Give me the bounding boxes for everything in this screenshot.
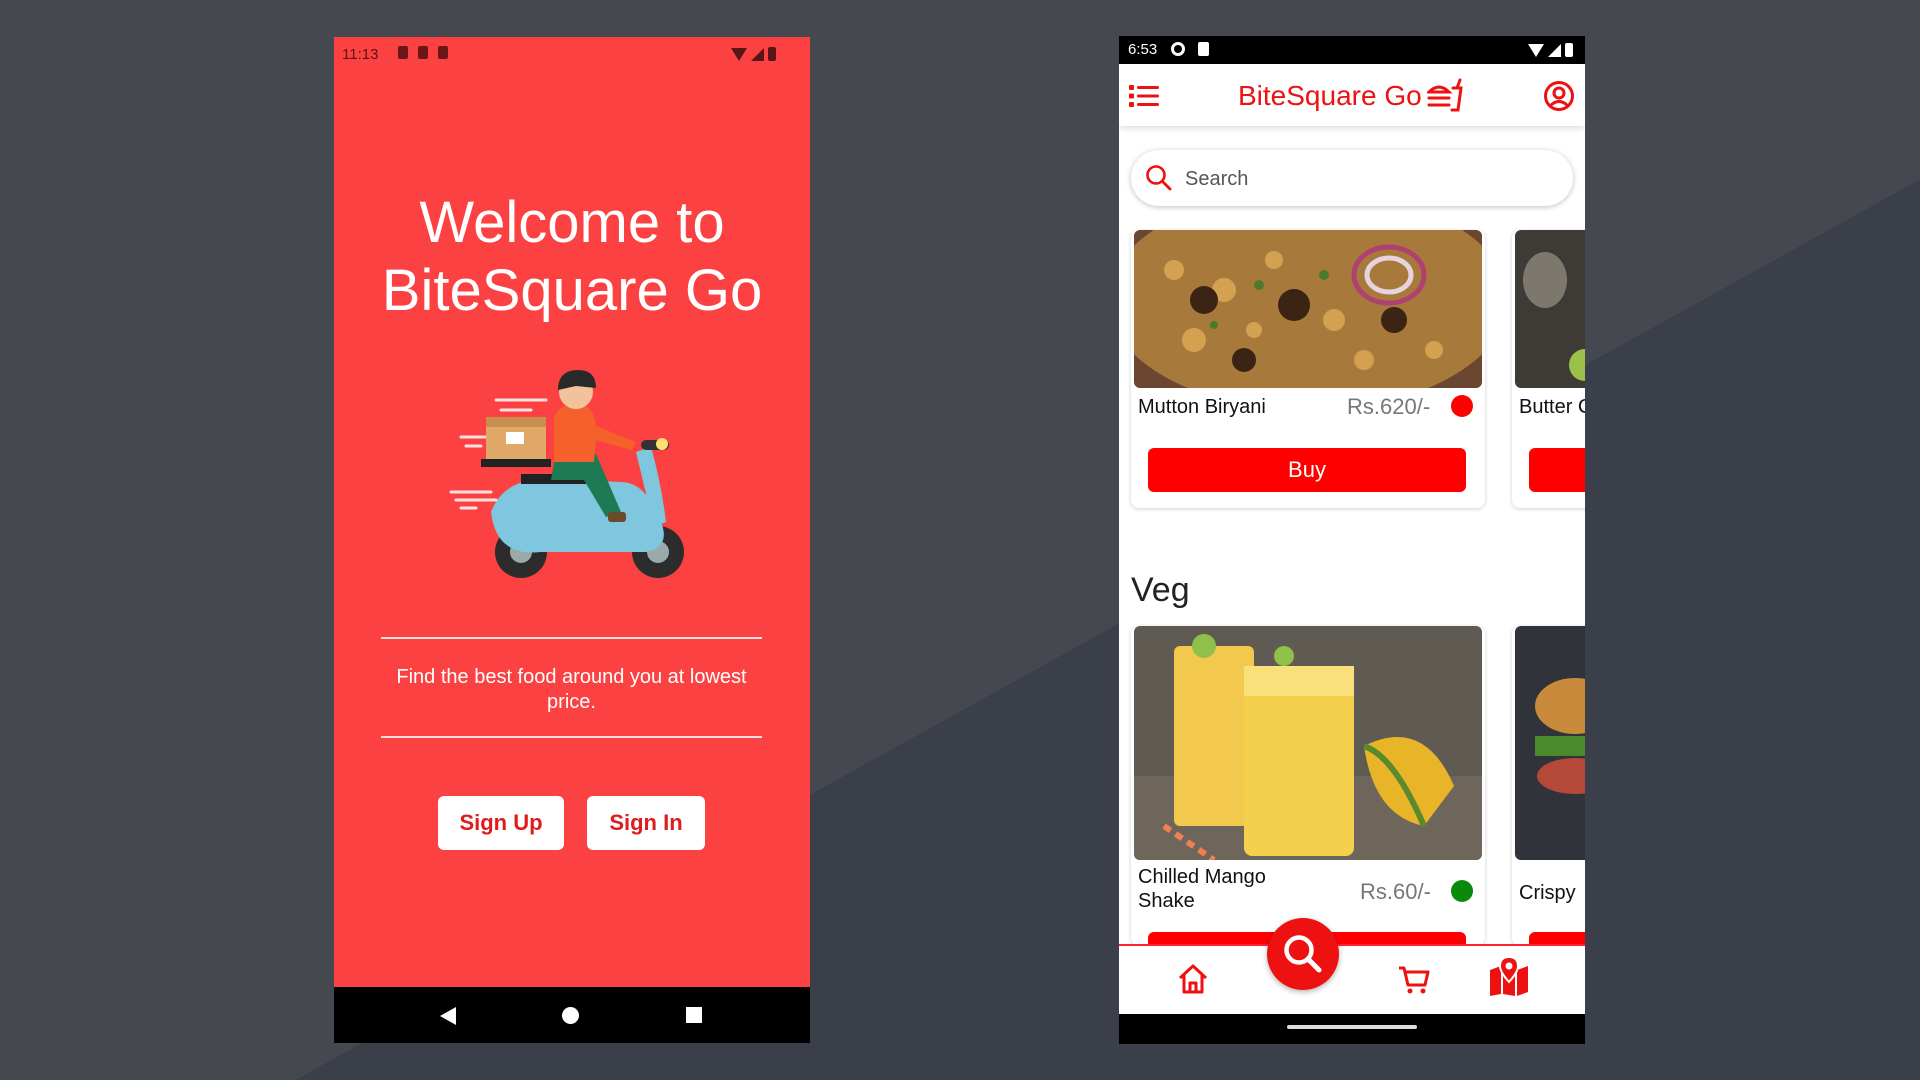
food-name: Crispy [1519,882,1576,904]
food-name: Mutton Biryani [1138,396,1266,418]
food-price: Rs.620/- [1347,394,1431,419]
welcome-title-line1: Welcome to [419,190,725,255]
buy-button[interactable]: Buy [1148,448,1466,492]
home-circle-icon[interactable] [562,1007,579,1024]
search-input[interactable] [1183,162,1557,196]
back-icon[interactable] [440,1007,456,1025]
section-title-veg: Veg [1131,571,1190,609]
search-bar[interactable] [1131,150,1573,206]
delivery-scooter-illustration [449,370,684,578]
food-card[interactable]: Chilled Mango Shake Rs.60/- [1131,626,1485,946]
divider-bottom [381,736,762,738]
divider-top [381,637,762,639]
status-time: 11:13 [342,46,379,63]
food-name: Butter C [1519,396,1585,418]
status-icons [731,47,776,61]
recents-icon[interactable] [686,1007,702,1023]
signal-icon [1548,43,1561,57]
app-bar: BiteSquare Go [1119,64,1585,126]
butter-chicken-image [1515,230,1585,388]
search-fab[interactable] [1267,918,1339,990]
food-card[interactable]: Mutton Biryani Rs.620/- Buy [1131,230,1485,508]
settings-status-icon [1171,42,1185,56]
tagline: Find the best food around you at lowest … [396,666,747,713]
sign-up-button[interactable]: Sign Up [438,796,564,850]
menu-list-icon[interactable] [1129,84,1159,108]
mango-shake-image [1134,626,1482,860]
food-card[interactable]: Butter C [1512,230,1585,508]
battery-icon [1565,43,1573,57]
battery-icon [768,47,776,61]
app-title: BiteSquare Go [1238,80,1422,111]
system-nav-bar [1119,1014,1585,1044]
status-bar: 6:53 [1119,36,1585,64]
non-veg-indicator [1451,395,1473,417]
welcome-screen: 11:13 Welcome to BiteSquare Go Find the … [334,37,810,1043]
sd-card-icon [1198,42,1209,56]
sign-in-button[interactable]: Sign In [587,796,705,850]
gesture-handle[interactable] [1287,1025,1417,1029]
crispy-burger-image [1515,626,1585,860]
search-icon [1284,935,1322,973]
cart-icon[interactable] [1397,962,1431,996]
fastfood-icon [1427,78,1463,112]
signal-icon [751,47,764,61]
status-time: 6:53 [1128,41,1158,58]
status-icons [1528,43,1573,57]
account-icon[interactable] [1543,80,1575,112]
wifi-icon [1528,43,1544,57]
search-icon [1146,165,1172,191]
background [0,0,1920,1080]
food-card[interactable]: Crispy [1512,626,1585,946]
system-nav-bar [334,987,810,1043]
notification-icons [398,46,448,59]
home-screen: 6:53 BiteSquare Go Search Mutton Biryani… [1119,36,1585,1044]
status-bar: 11:13 [334,37,810,71]
food-price: Rs.60/- [1360,879,1431,904]
wifi-icon [731,47,747,61]
welcome-title-line2: BiteSquare Go [381,258,763,323]
welcome-title: Welcome to BiteSquare Go [334,189,810,325]
food-name: Chilled Mango Shake [1138,866,1266,912]
home-icon[interactable] [1176,962,1210,996]
mutton-biryani-image [1134,230,1482,388]
map-icon[interactable] [1488,956,1530,996]
veg-indicator [1451,880,1473,902]
buy-button[interactable] [1529,448,1585,492]
